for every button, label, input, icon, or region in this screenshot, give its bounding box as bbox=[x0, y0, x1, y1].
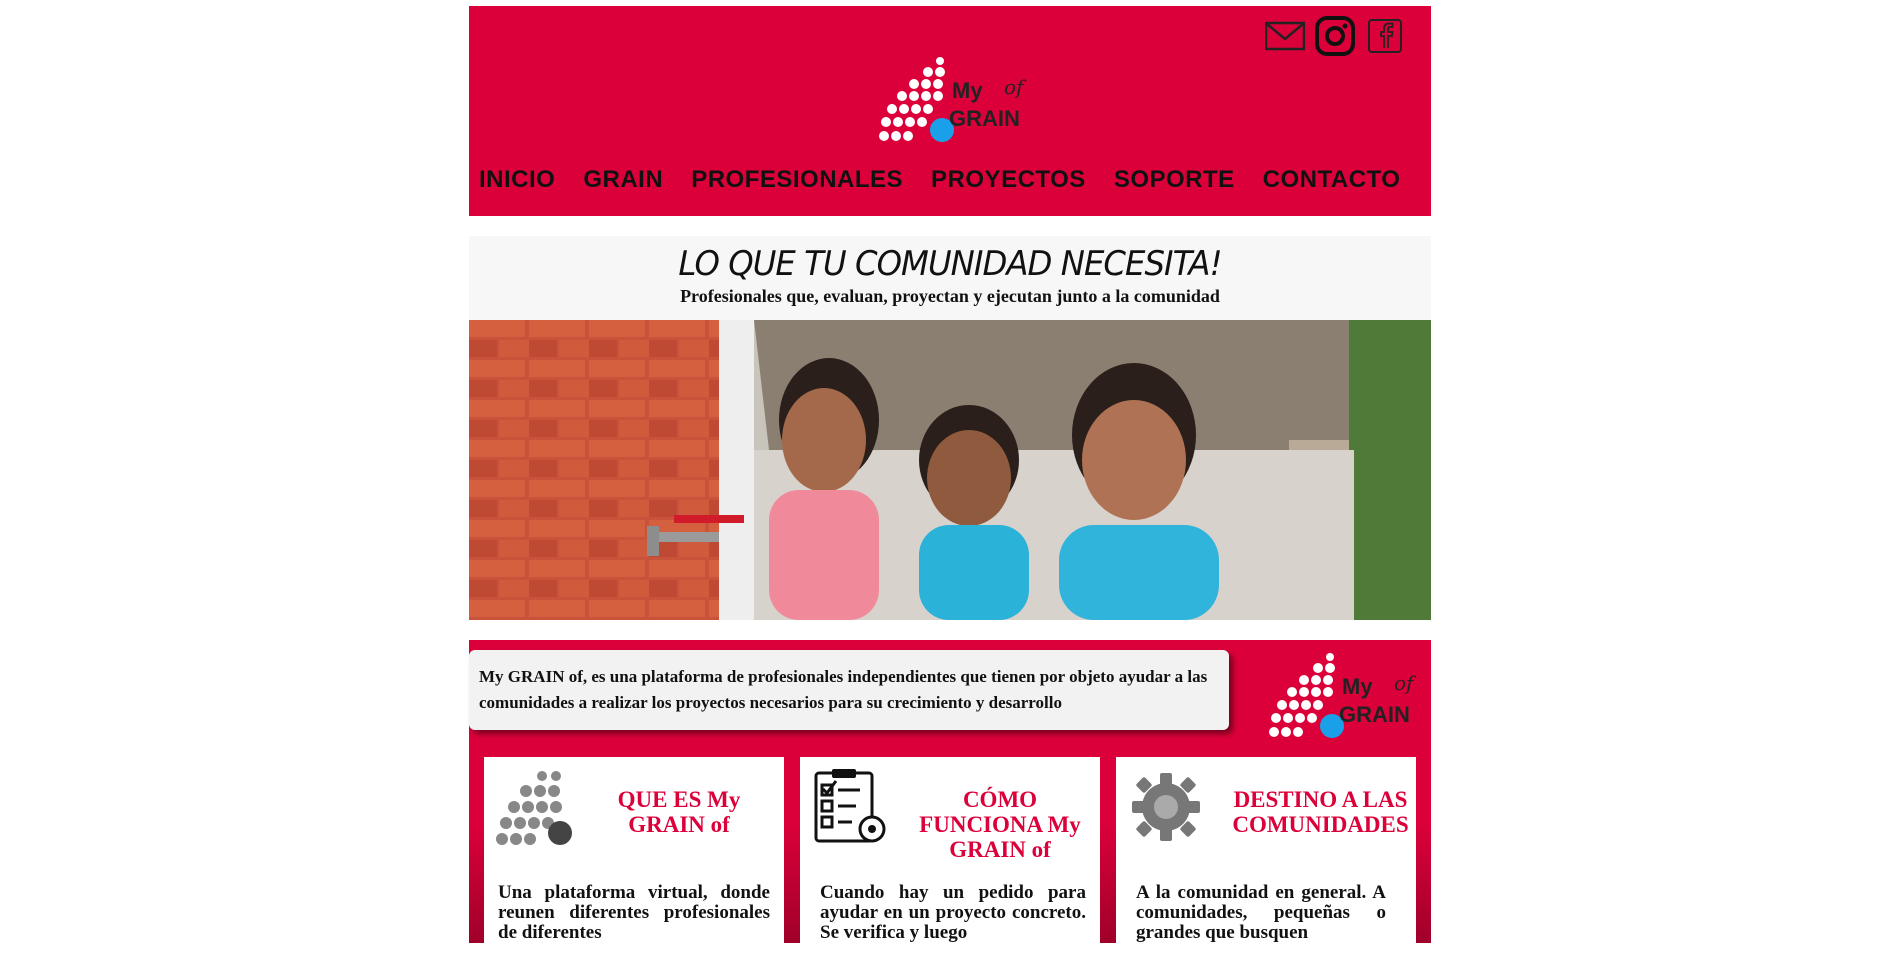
brand-logo-secondary: My GRAIN of bbox=[1264, 650, 1424, 740]
nav-proyectos[interactable]: PROYECTOS bbox=[931, 166, 1086, 194]
card-title-que-es: QUE ES My GRAIN of bbox=[617, 787, 741, 837]
logo-word-grain: GRAIN bbox=[949, 106, 1020, 131]
logo2-word-my: My bbox=[1342, 674, 1373, 699]
card-title-como-funciona: CÓMO FUNCIONA My GRAIN of bbox=[919, 787, 1081, 862]
dots-icon bbox=[494, 767, 574, 847]
gear-icon bbox=[1126, 767, 1206, 847]
logo-word-of: of bbox=[1004, 75, 1027, 99]
intro-text: My GRAIN of, es una plataforma de profes… bbox=[479, 667, 1208, 712]
brand-logo[interactable]: My GRAIN of bbox=[874, 54, 1034, 144]
card-que-es[interactable]: QUE ES My GRAIN of Una plataforma virtua… bbox=[484, 757, 784, 957]
nav-inicio[interactable]: INICIO bbox=[479, 166, 555, 194]
nav-profesionales[interactable]: PROFESIONALES bbox=[691, 166, 903, 194]
hero-title-block: LO QUE TU COMUNIDAD NECESITA! Profesiona… bbox=[469, 236, 1431, 321]
hero-heading: LO QUE TU COMUNIDAD NECESITA! bbox=[678, 244, 1222, 284]
site-header: My GRAIN of INICIO GRAIN PROFESIONALES P… bbox=[469, 6, 1431, 216]
info-section: My GRAIN of, es una plataforma de profes… bbox=[469, 640, 1431, 957]
card-destino[interactable]: DESTINO A LAS COMUNIDADES A la comunidad… bbox=[1116, 757, 1416, 957]
intro-box: My GRAIN of, es una plataforma de profes… bbox=[469, 650, 1229, 730]
card-como-funciona[interactable]: CÓMO FUNCIONA My GRAIN of Cuando hay un … bbox=[800, 757, 1100, 957]
instagram-icon[interactable] bbox=[1315, 16, 1355, 56]
logo2-word-of: of bbox=[1394, 671, 1417, 695]
nav-soporte[interactable]: SOPORTE bbox=[1114, 166, 1235, 194]
mail-icon[interactable] bbox=[1265, 16, 1305, 56]
social-links bbox=[1265, 16, 1405, 56]
card-text-destino: A la comunidad en general. A comunidades… bbox=[1136, 882, 1386, 943]
checklist-gear-icon bbox=[810, 767, 890, 847]
page: My GRAIN of INICIO GRAIN PROFESIONALES P… bbox=[469, 6, 1431, 957]
card-title-destino: DESTINO A LAS COMUNIDADES bbox=[1232, 787, 1409, 837]
nav-grain[interactable]: GRAIN bbox=[583, 166, 663, 194]
card-text-como-funciona: Cuando hay un pedido para ayudar en un p… bbox=[820, 882, 1086, 943]
hero-subtitle: Profesionales que, evaluan, proyectan y … bbox=[680, 286, 1220, 306]
logo2-word-grain: GRAIN bbox=[1339, 702, 1410, 727]
facebook-icon[interactable] bbox=[1365, 16, 1405, 56]
card-text-que-es: Una plataforma virtual, donde reunen dif… bbox=[498, 882, 770, 943]
hero-photo bbox=[469, 320, 1431, 620]
main-nav: INICIO GRAIN PROFESIONALES PROYECTOS SOP… bbox=[479, 166, 1400, 194]
logo-word-my: My bbox=[952, 78, 983, 103]
nav-contacto[interactable]: CONTACTO bbox=[1263, 166, 1401, 194]
